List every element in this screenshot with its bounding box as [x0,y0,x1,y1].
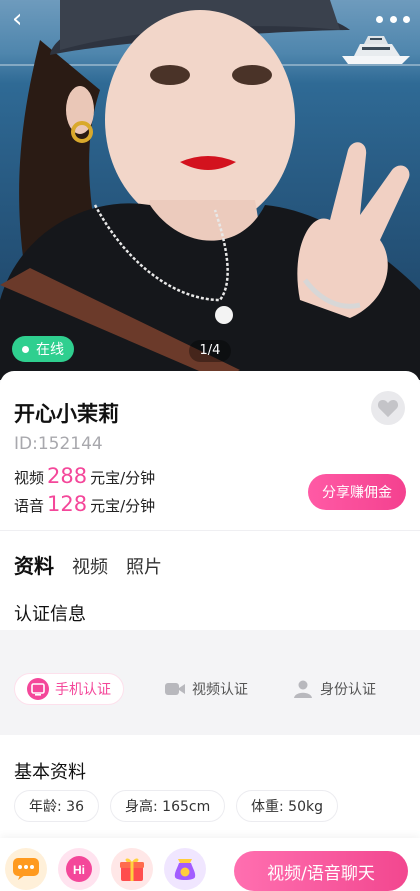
video-price-unit: 元宝/分钟 [90,469,156,487]
lucky-bag-icon [174,859,196,880]
video-voice-chat-button[interactable]: 视频/语音聊天 [234,851,408,891]
person-photo [0,0,420,380]
tab-photos[interactable]: 照片 [126,553,162,579]
weight-chip: 体重: 50kg [236,790,338,822]
voice-price-unit: 元宝/分钟 [90,497,156,515]
back-icon[interactable]: ‹ [12,6,40,34]
gift-icon [120,858,144,881]
profile-photo[interactable]: ‹ 在线 1/4 [0,0,420,380]
phone-verification[interactable]: 手机认证 [14,673,124,705]
online-dot-icon [22,345,29,353]
favorite-button[interactable] [371,391,405,425]
identity-verification[interactable]: 身份认证 [280,673,388,705]
id-verify-label: 身份认证 [320,682,376,698]
hi-icon: Hi [66,856,92,882]
voice-price-value: 128 [47,492,88,516]
gift-button[interactable] [111,848,153,890]
online-label: 在线 [36,342,64,358]
profile-tabs: 资料 视频 照片 [14,550,180,579]
video-verify-icon [164,678,186,700]
lucky-bag-button[interactable] [164,848,206,890]
tab-videos[interactable]: 视频 [72,553,108,579]
svg-text:Hi: Hi [73,863,85,877]
heart-icon [377,399,399,418]
basic-info-title: 基本资料 [14,762,86,783]
age-chip: 年龄: 36 [14,790,99,822]
say-hi-button[interactable]: Hi [58,848,100,890]
share-earn-button[interactable]: 分享赚佣金 [308,474,406,510]
video-verify-label: 视频认证 [192,682,248,698]
message-button[interactable] [5,848,47,890]
user-id: ID:152144 [14,434,103,454]
phone-verify-label: 手机认证 [55,682,111,698]
phone-verify-icon [27,678,49,700]
id-verify-icon [292,678,314,700]
tab-profile[interactable]: 资料 [14,550,54,579]
online-status-badge: 在线 [12,336,74,362]
video-verification[interactable]: 视频认证 [152,673,260,705]
verification-title: 认证信息 [14,604,86,625]
divider [0,530,420,531]
height-chip: 身高: 165cm [110,790,226,822]
voice-price: 语音 128 元宝/分钟 [14,492,155,516]
voice-price-label: 语音 [14,497,45,515]
message-icon [13,858,39,880]
video-price-label: 视频 [14,469,45,487]
video-price-value: 288 [47,464,88,488]
profile-name: 开心小茉莉 [14,402,119,426]
photo-counter: 1/4 [189,340,231,362]
video-price: 视频 288 元宝/分钟 [14,464,155,488]
more-icon[interactable] [376,8,410,30]
